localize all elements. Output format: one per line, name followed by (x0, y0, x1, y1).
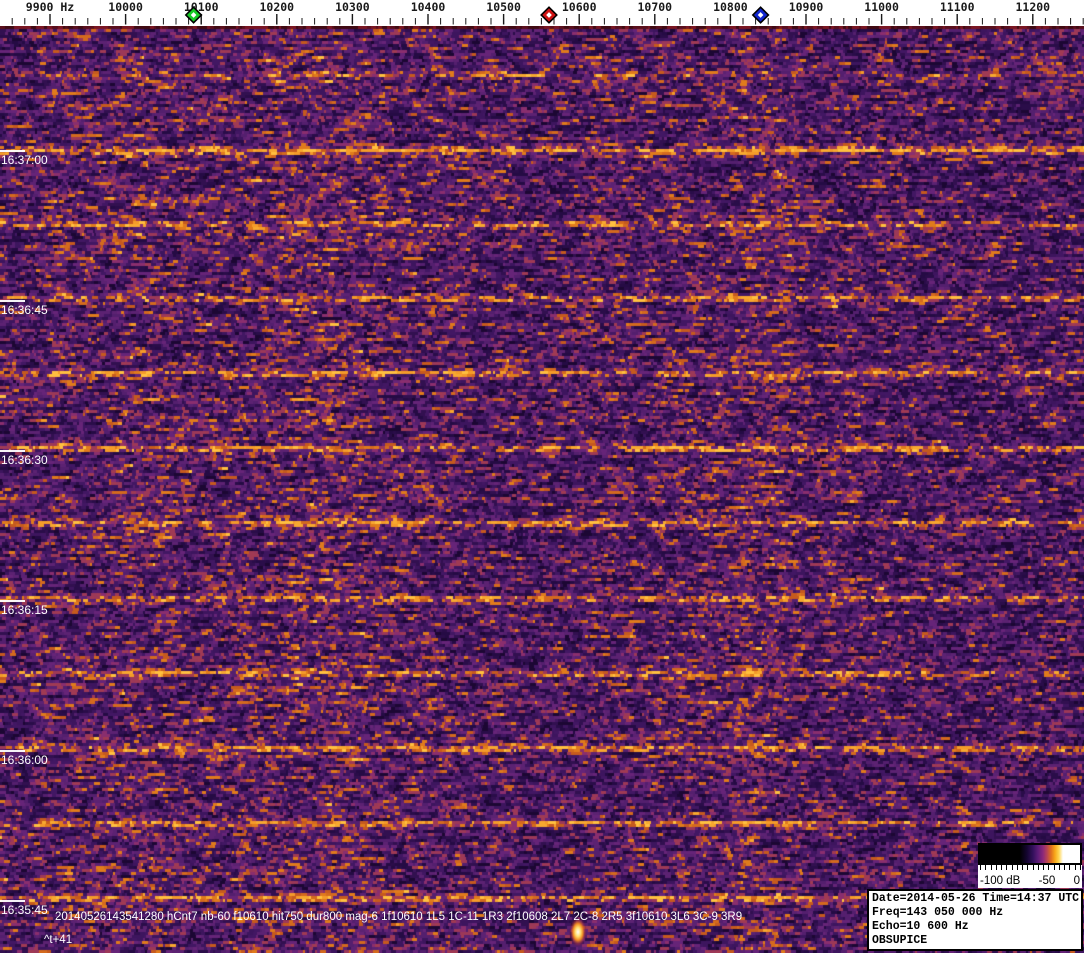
colorbar-tick (1064, 865, 1066, 870)
colorbar-tick (1027, 865, 1029, 870)
colorbar-tick (1022, 865, 1024, 870)
colorbar-legend: -100 dB -50 0 (978, 843, 1082, 888)
colorbar-tick (995, 865, 997, 870)
time-label: 16:36:15 (1, 603, 48, 617)
colorbar-gradient (978, 843, 1082, 865)
spectrogram-app-window: 9900 Hz 10000 10100 10200 10300 10400 10500 106… (0, 0, 1084, 953)
info-observer-code: OBSUPICE (872, 934, 928, 947)
time-label: 16:36:30 (1, 453, 48, 467)
time-tick (0, 450, 25, 452)
colorbar-tick (1016, 865, 1018, 870)
colorbar-label-min: -100 dB (980, 875, 1021, 887)
info-echo-frequency: Echo=10 600 Hz (872, 920, 969, 933)
time-tick (0, 150, 25, 152)
colorbar-tick (1079, 865, 1081, 870)
time-tick (0, 300, 25, 302)
colorbar-tick (990, 865, 992, 870)
time-tick (0, 750, 25, 752)
colorbar-labels: -100 dB -50 0 (980, 875, 1080, 887)
info-frequency: Freq=143 050 000 Hz (872, 906, 1004, 919)
colorbar-tick (1043, 865, 1045, 870)
time-offset-note: ^t+41 (44, 934, 73, 946)
colorbar-tick (1011, 865, 1013, 870)
colorbar-tick (1006, 865, 1008, 870)
colorbar-label-max: 0 (1073, 875, 1080, 887)
colorbar-tick (1074, 865, 1076, 870)
info-date-time: Date=2014-05-26 Time=14:37 UTC (872, 892, 1080, 905)
time-label: 16:36:00 (1, 753, 48, 767)
time-tick (0, 900, 25, 902)
observation-info-box: Date=2014-05-26 Time=14:37 UTC Freq=143 … (867, 889, 1083, 951)
colorbar-tick (1069, 865, 1071, 870)
colorbar-tick (985, 865, 987, 870)
colorbar-tick (1032, 865, 1034, 870)
overlay-layer: 20140526143541280 hCnt7 nb-60 f10610 hit… (0, 0, 1084, 953)
time-label: 16:36:45 (1, 303, 48, 317)
detection-annotation: 20140526143541280 hCnt7 nb-60 f10610 hit… (55, 911, 743, 923)
colorbar-tick (1053, 865, 1055, 870)
time-label: 16:35:45 (1, 903, 48, 917)
colorbar-tick (1037, 865, 1039, 870)
colorbar-tick (1058, 865, 1060, 870)
time-tick (0, 600, 25, 602)
colorbar-label-mid: -50 (1038, 875, 1056, 887)
colorbar-tick (1001, 865, 1003, 870)
time-label: 16:37:00 (1, 153, 48, 167)
colorbar-tick (1048, 865, 1050, 870)
colorbar-scale: -100 dB -50 0 (978, 865, 1082, 888)
colorbar-tick (980, 865, 981, 870)
